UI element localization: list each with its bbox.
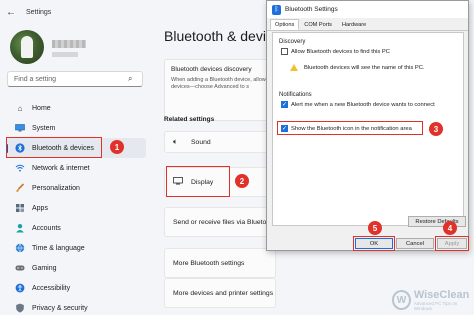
options-panel: Discovery Allow Bluetooth devices to fin…	[272, 32, 466, 227]
sidebar-item-apps[interactable]: Apps	[6, 198, 146, 218]
watermark-name: WiseClean	[413, 289, 470, 301]
user-profile[interactable]	[8, 28, 148, 68]
row-label: More Bluetooth settings	[173, 259, 245, 267]
discovery-card: Bluetooth devices discovery When adding …	[164, 59, 276, 121]
page-title: Bluetooth & devic	[164, 28, 273, 44]
warning-message: Bluetooth devices will see the name of t…	[290, 64, 425, 71]
search-placeholder: Find a setting	[14, 75, 57, 83]
monitor-icon	[12, 123, 28, 133]
sidebar-item-label: Personalization	[32, 184, 80, 192]
apps-icon	[12, 203, 28, 213]
bluetooth-icon: ᛒ	[272, 4, 281, 15]
allow-discovery-checkbox[interactable]: Allow Bluetooth devices to find this PC	[281, 48, 390, 55]
watermark-logo-icon: W	[392, 290, 411, 310]
sidebar-item-privacy[interactable]: Privacy & security	[6, 298, 146, 315]
avatar	[10, 30, 44, 64]
home-icon: ⌂	[17, 103, 23, 113]
sidebar-item-personalization[interactable]: Personalization	[6, 178, 146, 198]
app-title: Settings	[26, 8, 52, 16]
globe-icon	[12, 243, 28, 253]
dialog-tabs: Options COM Ports Hardware	[267, 19, 468, 31]
shield-icon	[12, 303, 28, 313]
dialog-title: Bluetooth Settings	[285, 6, 338, 13]
wifi-icon	[12, 163, 28, 173]
highlight-bluetooth-devices	[6, 137, 102, 158]
watermark-tag: Advanced PC Tips on Windows	[413, 301, 458, 311]
sidebar-item-label: Accounts	[32, 224, 61, 232]
sidebar-item-home[interactable]: ⌂ Home	[6, 98, 146, 118]
step-badge-2: 2	[235, 174, 249, 188]
sidebar-item-accounts[interactable]: Accounts	[6, 218, 146, 238]
nav-list: ⌂ Home System Bluetooth & devices Networ…	[6, 98, 146, 315]
row-label: More devices and printer settings	[173, 289, 274, 297]
sidebar-item-accessibility[interactable]: Accessibility	[6, 278, 146, 298]
arrow-left-icon[interactable]: ←	[6, 7, 20, 18]
sidebar-item-label: Apps	[32, 204, 48, 212]
row-send-receive-files[interactable]: Send or receive files via Blueto	[164, 207, 276, 237]
row-sound[interactable]: 🔈︎ Sound	[164, 131, 276, 153]
sidebar-item-time-language[interactable]: Time & language	[6, 238, 146, 258]
warning-icon	[290, 64, 298, 71]
blurred-user-name	[52, 40, 86, 48]
highlight-ok	[353, 236, 395, 251]
sidebar-item-label: Network & internet	[32, 164, 90, 172]
person-icon	[12, 223, 28, 233]
discovery-title: Bluetooth devices discovery	[171, 66, 252, 73]
allow-discovery-label: Allow Bluetooth devices to find this PC	[291, 48, 390, 55]
row-more-devices-printer[interactable]: More devices and printer settings	[164, 278, 276, 308]
search-input[interactable]: Find a setting ⌕	[7, 71, 143, 87]
tab-hardware[interactable]: Hardware	[337, 19, 371, 30]
search-icon: ⌕	[128, 74, 133, 83]
related-settings-label: Related settings	[164, 116, 215, 123]
dialog-title-bar: ᛒ Bluetooth Settings	[267, 1, 468, 18]
gamepad-icon	[12, 263, 28, 273]
row-label: Sound	[191, 138, 211, 146]
discovery-group-label: Discovery	[279, 39, 306, 45]
step-badge-5: 5	[368, 221, 382, 235]
checkbox-checked: ✓	[281, 101, 288, 108]
row-label: Send or receive files via Blueto	[173, 218, 267, 226]
sidebar: Find a setting ⌕ ⌂ Home System Bluetooth…	[0, 24, 150, 315]
sidebar-item-gaming[interactable]: Gaming	[6, 258, 146, 278]
cancel-button[interactable]: Cancel	[396, 238, 434, 249]
brush-icon	[12, 183, 28, 193]
sidebar-item-label: Time & language	[32, 244, 85, 252]
watermark: W WiseClean Advanced PC Tips on Windows	[392, 286, 472, 314]
warning-text: Bluetooth devices will see the name of t…	[304, 64, 425, 71]
highlight-display	[166, 166, 230, 197]
step-badge-4: 4	[443, 221, 457, 235]
sidebar-item-label: Privacy & security	[32, 304, 88, 312]
step-badge-1: 1	[110, 140, 124, 154]
highlight-show-icon	[277, 121, 423, 135]
highlight-apply	[435, 236, 469, 251]
alert-new-device-label: Alert me when a new Bluetooth device wan…	[291, 101, 435, 108]
discovery-desc: When adding a Bluetooth device, allow de…	[171, 77, 266, 90]
sidebar-item-label: Accessibility	[32, 284, 71, 292]
accessibility-icon	[12, 283, 28, 293]
speaker-icon: 🔈︎	[173, 137, 178, 146]
notifications-group-label: Notifications	[279, 92, 312, 98]
sidebar-item-network[interactable]: Network & internet	[6, 158, 146, 178]
sidebar-item-label: System	[32, 124, 56, 132]
bluetooth-settings-dialog: ᛒ Bluetooth Settings Options COM Ports H…	[266, 0, 469, 251]
blurred-user-email	[52, 52, 78, 57]
sidebar-item-label: Gaming	[32, 264, 57, 272]
sidebar-item-label: Home	[32, 104, 51, 112]
restore-defaults-button[interactable]: Restore Defaults	[408, 216, 466, 227]
sidebar-item-system[interactable]: System	[6, 118, 146, 138]
row-more-bluetooth-settings[interactable]: More Bluetooth settings	[164, 248, 276, 278]
step-badge-3: 3	[429, 122, 443, 136]
tab-com-ports[interactable]: COM Ports	[299, 19, 337, 30]
tab-options[interactable]: Options	[270, 19, 300, 30]
alert-new-device-checkbox[interactable]: ✓ Alert me when a new Bluetooth device w…	[281, 101, 435, 108]
checkbox-unchecked	[281, 48, 288, 55]
